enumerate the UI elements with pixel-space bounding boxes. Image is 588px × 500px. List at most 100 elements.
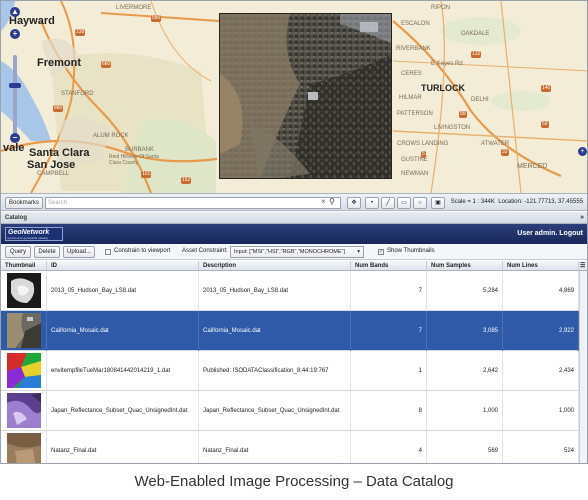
point-tool-icon[interactable]: • bbox=[365, 197, 379, 209]
map-toolbar: Bookmarks Search × ⚲ ✥ • ╱ ▭ ○ ▣ Scale =… bbox=[1, 193, 587, 211]
clear-search-icon[interactable]: × bbox=[321, 197, 326, 206]
pan-north-icon[interactable]: ▲ bbox=[10, 7, 20, 17]
map-label-crows-landing: CROWS LANDING bbox=[397, 141, 449, 147]
column-header-id[interactable]: ID bbox=[47, 261, 199, 271]
row-id: 2013_05_Hudson_Bay_LS8.dat bbox=[47, 271, 199, 311]
catalog-title: Catalog bbox=[5, 215, 28, 221]
table-row-selected[interactable]: California_Mosaic.dat California_Mosaic.… bbox=[1, 311, 579, 351]
row-id: Japan_Reflectance_Subset_Quac_UnsignedIn… bbox=[47, 391, 199, 431]
column-header-num-lines[interactable]: Num Lines bbox=[503, 261, 579, 271]
satellite-image-overlay[interactable] bbox=[219, 13, 392, 179]
highway-shield: 33 bbox=[501, 149, 509, 156]
column-menu-icon[interactable]: ☰ bbox=[579, 261, 587, 271]
map-label-campbell: CAMPBELL bbox=[37, 171, 70, 177]
location-readout: Location: -121.77713, 37.45555 bbox=[498, 199, 583, 205]
row-id: envitempfileTueMar180841442014219_1.dat bbox=[47, 351, 199, 391]
zoom-slider-handle[interactable] bbox=[9, 83, 21, 88]
row-num-bands: 8 bbox=[351, 391, 427, 431]
column-header-description[interactable]: Description bbox=[199, 261, 351, 271]
zoom-slider-track[interactable] bbox=[13, 55, 17, 135]
asset-constraint-select[interactable]: Input: ["MSI","HSI","RGB","MONOCHROME"] … bbox=[230, 246, 364, 258]
map-label-stanford: STANFORD bbox=[61, 91, 94, 97]
highway-shield: 99 bbox=[459, 111, 467, 118]
show-thumbnails-checkbox[interactable]: ✓ bbox=[378, 249, 384, 255]
column-header-num-bands[interactable]: Num Bands bbox=[351, 261, 427, 271]
geonetwork-logo-subtitle: opensource geospatial catalog bbox=[7, 236, 48, 240]
satellite-image bbox=[220, 14, 391, 178]
collapse-chevron-icon[interactable]: » bbox=[580, 212, 584, 224]
column-header-num-samples[interactable]: Num Samples bbox=[427, 261, 503, 271]
delete-button[interactable]: Delete bbox=[34, 246, 60, 258]
map-label-san-jose: San Jose bbox=[27, 159, 76, 171]
table-row[interactable]: Natanz_Final.dat Natanz_Final.dat 4 569 … bbox=[1, 431, 579, 463]
scale-location-readout: Scale = 1 : 344K Location: -121.77713, 3… bbox=[451, 199, 583, 205]
map-view[interactable]: Hayward LIVERMORE Fremont STANFORD ALUM … bbox=[1, 1, 587, 193]
highway-shield: 880 bbox=[53, 105, 64, 112]
line-tool-icon[interactable]: ╱ bbox=[381, 197, 395, 209]
search-icon[interactable]: ⚲ bbox=[329, 197, 335, 206]
map-label-ripon: RIPON bbox=[431, 5, 451, 11]
row-description: Natanz_Final.dat bbox=[199, 431, 351, 463]
pan-east-icon[interactable]: + bbox=[578, 147, 587, 156]
row-num-lines: 2,434 bbox=[503, 351, 579, 391]
row-id: Natanz_Final.dat bbox=[47, 431, 199, 463]
row-num-lines: 4,869 bbox=[503, 271, 579, 311]
map-label-burbank: BURBANK bbox=[125, 147, 155, 153]
thumbnail-cell bbox=[1, 391, 47, 431]
asset-constraint-label: Asset Constraint: bbox=[182, 248, 228, 254]
image-layer-icon[interactable]: ▣ bbox=[431, 197, 445, 209]
highway-shield: 580 bbox=[151, 15, 162, 22]
constrain-viewport-label: Constrain to viewport bbox=[114, 248, 171, 254]
highway-shield: 680 bbox=[101, 61, 112, 68]
application-window: Hayward LIVERMORE Fremont STANFORD ALUM … bbox=[0, 0, 588, 464]
highway-shield: 5 bbox=[421, 151, 426, 158]
row-id: California_Mosaic.dat bbox=[47, 311, 199, 351]
row-num-samples: 2,642 bbox=[427, 351, 503, 391]
pan-tool-icon[interactable]: ✥ bbox=[347, 197, 361, 209]
row-num-bands: 7 bbox=[351, 271, 427, 311]
map-label-delhi: DELHI bbox=[471, 97, 489, 103]
dropdown-arrow-icon: ▾ bbox=[357, 249, 360, 255]
constrain-viewport-checkbox[interactable] bbox=[105, 249, 111, 255]
catalog-query-bar: Query Delete Upload... Constrain to view… bbox=[1, 244, 587, 260]
map-label-escalon: ESCALON bbox=[401, 21, 430, 27]
highway-shield: 101 bbox=[141, 171, 152, 178]
table-row[interactable]: 2013_05_Hudson_Bay_LS8.dat 2013_05_Hudso… bbox=[1, 271, 579, 311]
highway-shield: 238 bbox=[75, 29, 86, 36]
table-row[interactable]: Japan_Reflectance_Subset_Quac_UnsignedIn… bbox=[1, 391, 579, 431]
user-logout-link[interactable]: User admin. Logout bbox=[517, 230, 583, 237]
row-num-lines: 1,000 bbox=[503, 391, 579, 431]
row-description: Published: ISODATAClassification_8:44:19… bbox=[199, 351, 351, 391]
search-input[interactable]: Search bbox=[45, 197, 341, 209]
rectangle-tool-icon[interactable]: ▭ bbox=[397, 197, 411, 209]
table-row[interactable]: envitempfileTueMar180841442014219_1.dat … bbox=[1, 351, 579, 391]
asset-constraint-value: Input: ["MSI","HSI","RGB","MONOCHROME"] bbox=[234, 249, 345, 255]
row-num-lines: 524 bbox=[503, 431, 579, 463]
table-scrollbar[interactable] bbox=[579, 271, 587, 463]
map-label-e-keyes-rd: E Keyes Rd bbox=[431, 61, 463, 67]
query-button[interactable]: Query bbox=[5, 246, 31, 258]
scale-readout: Scale = 1 : 344K bbox=[450, 199, 495, 205]
map-label-hilmar: HILMAR bbox=[399, 95, 422, 101]
bookmarks-button[interactable]: Bookmarks bbox=[5, 197, 43, 209]
map-label-reid-hillview: Reid Hillview Of Santa Clara County bbox=[109, 154, 159, 166]
thumbnail-cell bbox=[1, 351, 47, 391]
row-num-lines: 2,922 bbox=[503, 311, 579, 351]
zoom-out-button[interactable]: − bbox=[10, 133, 20, 143]
upload-button[interactable]: Upload... bbox=[63, 246, 95, 258]
map-label-alum-rock: ALUM ROCK bbox=[93, 133, 129, 139]
zoom-in-button[interactable]: + bbox=[10, 29, 20, 39]
map-label-ceres: CERES bbox=[401, 71, 422, 77]
catalog-panel-header[interactable]: Catalog » bbox=[1, 212, 587, 224]
highway-shield: 140 bbox=[541, 85, 552, 92]
thumb-hudson-image bbox=[7, 273, 41, 308]
thumb-california-image bbox=[7, 313, 41, 348]
highway-shield: 59 bbox=[541, 121, 549, 128]
row-num-samples: 1,000 bbox=[427, 391, 503, 431]
table-header: Thumbnail ID Description Num Bands Num S… bbox=[1, 261, 587, 271]
thumbnail-cell bbox=[1, 311, 47, 351]
thumb-japan-image bbox=[7, 393, 41, 428]
column-header-thumbnail[interactable]: Thumbnail bbox=[1, 261, 47, 271]
circle-tool-icon[interactable]: ○ bbox=[413, 197, 427, 209]
row-description: California_Mosaic.dat bbox=[199, 311, 351, 351]
